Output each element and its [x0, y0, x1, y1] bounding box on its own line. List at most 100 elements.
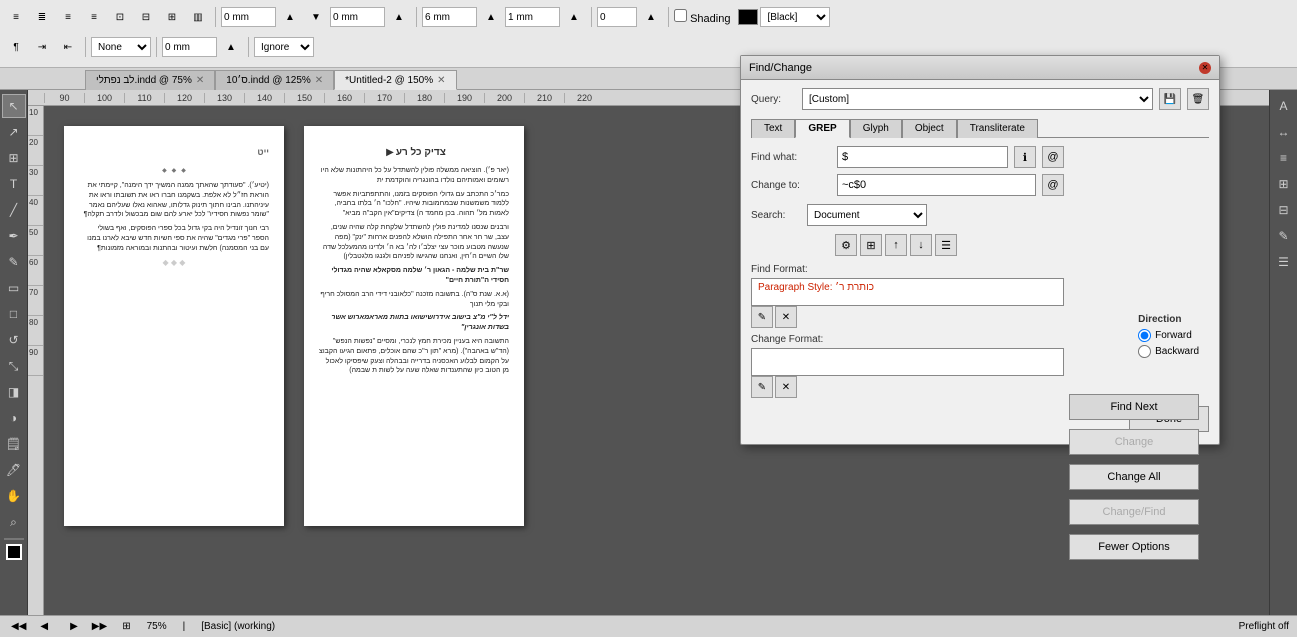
change-btn[interactable]: Change [1069, 429, 1199, 455]
none-select[interactable]: None [91, 37, 151, 57]
tool-gradient-swatch[interactable]: ◨ [2, 380, 26, 404]
change-to-input[interactable] [837, 174, 1036, 196]
tool-pencil[interactable]: ✎ [2, 250, 26, 274]
tab-2[interactable]: *Untitled-2 @ 150% ✕ [334, 70, 456, 90]
query-save-btn[interactable]: 💾 [1159, 88, 1181, 110]
right-panel-btn-2[interactable]: ↔ [1272, 120, 1296, 144]
toolbar-spin-up-4[interactable]: ▲ [562, 5, 586, 29]
toolbar-align-4[interactable]: ≡ [82, 5, 106, 29]
query-delete-btn[interactable]: 🗑 [1187, 88, 1209, 110]
toolbar-spin-dn-1[interactable]: ▼ [304, 5, 328, 29]
find-what-input[interactable] [837, 146, 1008, 168]
toolbar-align-7[interactable]: ⊞ [160, 5, 184, 29]
backward-radio[interactable] [1138, 345, 1151, 358]
search-select[interactable]: Document [807, 204, 927, 226]
tool-zoom[interactable]: ⌕ [2, 510, 26, 534]
find-next-btn[interactable]: Find Next [1069, 394, 1199, 420]
toolbar-align-8[interactable]: ▥ [186, 5, 210, 29]
find-format-specify-btn[interactable]: ✎ [751, 306, 773, 328]
change-find-btn[interactable]: Change/Find [1069, 499, 1199, 525]
toolbar-para-btn[interactable]: ¶ [4, 35, 28, 59]
toolbar-input-2[interactable] [330, 7, 385, 27]
tool-eyedropper[interactable]: 🖊 [2, 458, 26, 482]
right-panel-btn-7[interactable]: ☰ [1272, 250, 1296, 274]
next-page-btn[interactable]: ▶ [67, 621, 81, 632]
find-what-info-btn[interactable]: ℹ [1014, 146, 1036, 168]
right-panel-btn-5[interactable]: ⊟ [1272, 198, 1296, 222]
prev-page-btn2[interactable]: ◀ [37, 621, 51, 632]
tool-rotate[interactable]: ↺ [2, 328, 26, 352]
format-icon-5[interactable]: ☰ [935, 234, 957, 256]
toolbar-text-align-left[interactable]: ≡ [4, 5, 28, 29]
tab-text[interactable]: Text [751, 119, 795, 138]
ignore-select[interactable]: Ignore [254, 37, 314, 57]
format-icon-1[interactable]: ⚙ [835, 234, 857, 256]
right-panel-btn-1[interactable]: A [1272, 94, 1296, 118]
tool-note[interactable]: 🗒 [2, 432, 26, 456]
change-format-specify-btn[interactable]: ✎ [751, 376, 773, 398]
info-icon: ℹ [1023, 151, 1027, 164]
tab-transliterate[interactable]: Transliterate [957, 119, 1038, 138]
change-to-at-btn[interactable]: @ [1042, 174, 1064, 196]
toolbar-align-5[interactable]: ⊡ [108, 5, 132, 29]
tool-gradient-feather[interactable]: ◑ [2, 406, 26, 430]
tab-object[interactable]: Object [902, 119, 957, 138]
toolbar-align-6[interactable]: ⊟ [134, 5, 158, 29]
forward-radio[interactable] [1138, 329, 1151, 342]
toolbar-spin-up-2[interactable]: ▲ [387, 5, 411, 29]
shading-checkbox[interactable] [674, 9, 687, 22]
color-select[interactable]: [Black] [760, 7, 830, 27]
change-format-clear-btn[interactable]: ✕ [775, 376, 797, 398]
direction-label: Direction [1138, 314, 1199, 325]
tool-hand[interactable]: ✋ [2, 484, 26, 508]
find-what-at-btn[interactable]: @ [1042, 146, 1064, 168]
toolbar-indent-btn[interactable]: ⇥ [30, 35, 54, 59]
toolbar-input-4[interactable] [505, 7, 560, 27]
format-icon-4[interactable]: ↓ [910, 234, 932, 256]
tool-select[interactable]: ↖ [2, 94, 26, 118]
dialog-close-btn[interactable]: ✕ [1199, 62, 1211, 74]
tool-rect-frame[interactable]: ▭ [2, 276, 26, 300]
tool-gap[interactable]: ⊞ [2, 146, 26, 170]
format-icon-3[interactable]: ↑ [885, 234, 907, 256]
tool-direct-select[interactable]: ↗ [2, 120, 26, 144]
tool-type[interactable]: T [2, 172, 26, 196]
tool-scale[interactable]: ⤡ [2, 354, 26, 378]
backward-label: Backward [1155, 346, 1199, 357]
toolbar-input-3[interactable] [422, 7, 477, 27]
toolbar-input-1[interactable] [221, 7, 276, 27]
right-panel-btn-4[interactable]: ⊞ [1272, 172, 1296, 196]
tool-line[interactable]: ╱ [2, 198, 26, 222]
fewer-options-btn[interactable]: Fewer Options [1069, 534, 1199, 560]
right-panel-btn-6[interactable]: ✎ [1272, 224, 1296, 248]
tab-1[interactable]: ס׳10.indd @ 125% ✕ [215, 70, 334, 90]
toolbar-align-3[interactable]: ≡ [56, 5, 80, 29]
find-format-icons: ✎ ✕ [751, 306, 1064, 328]
tab-0[interactable]: לב נפתלי.indd @ 75% ✕ [85, 70, 215, 90]
tab-glyph[interactable]: Glyph [850, 119, 902, 138]
tab-0-close[interactable]: ✕ [196, 75, 204, 86]
tab-2-close[interactable]: ✕ [437, 75, 445, 86]
toolbar-align-2[interactable]: ≣ [30, 5, 54, 29]
next-page-btn2[interactable]: ▶▶ [89, 621, 110, 632]
toolbar-spin-up-1[interactable]: ▲ [278, 5, 302, 29]
change-all-btn[interactable]: Change All [1069, 464, 1199, 490]
toolbar-dedent-btn[interactable]: ⇤ [56, 35, 80, 59]
toolbar-row2-spin[interactable]: ▲ [219, 35, 243, 59]
tab-1-close[interactable]: ✕ [315, 75, 323, 86]
query-select[interactable]: [Custom] [802, 88, 1153, 110]
right-panel-btn-3[interactable]: ≡ [1272, 146, 1296, 170]
format-icon-2[interactable]: ⊞ [860, 234, 882, 256]
ruler-vertical: 10 20 30 40 50 60 70 80 90 [28, 106, 44, 615]
toolbar-spin-up-5[interactable]: ▲ [639, 5, 663, 29]
tool-rect[interactable]: □ [2, 302, 26, 326]
toolbar-input-5[interactable] [597, 7, 637, 27]
find-format-clear-btn[interactable]: ✕ [775, 306, 797, 328]
dialog-content-area: Find what: ℹ @ Change to: @ Search: [751, 146, 1209, 398]
toolbar-row2-input[interactable] [162, 37, 217, 57]
fill-stroke-indicator[interactable] [6, 544, 22, 560]
tool-pen[interactable]: ✒ [2, 224, 26, 248]
toolbar-spin-up-3[interactable]: ▲ [479, 5, 503, 29]
tab-grep[interactable]: GREP [795, 119, 849, 138]
prev-page-btn[interactable]: ◀◀ [8, 621, 29, 632]
